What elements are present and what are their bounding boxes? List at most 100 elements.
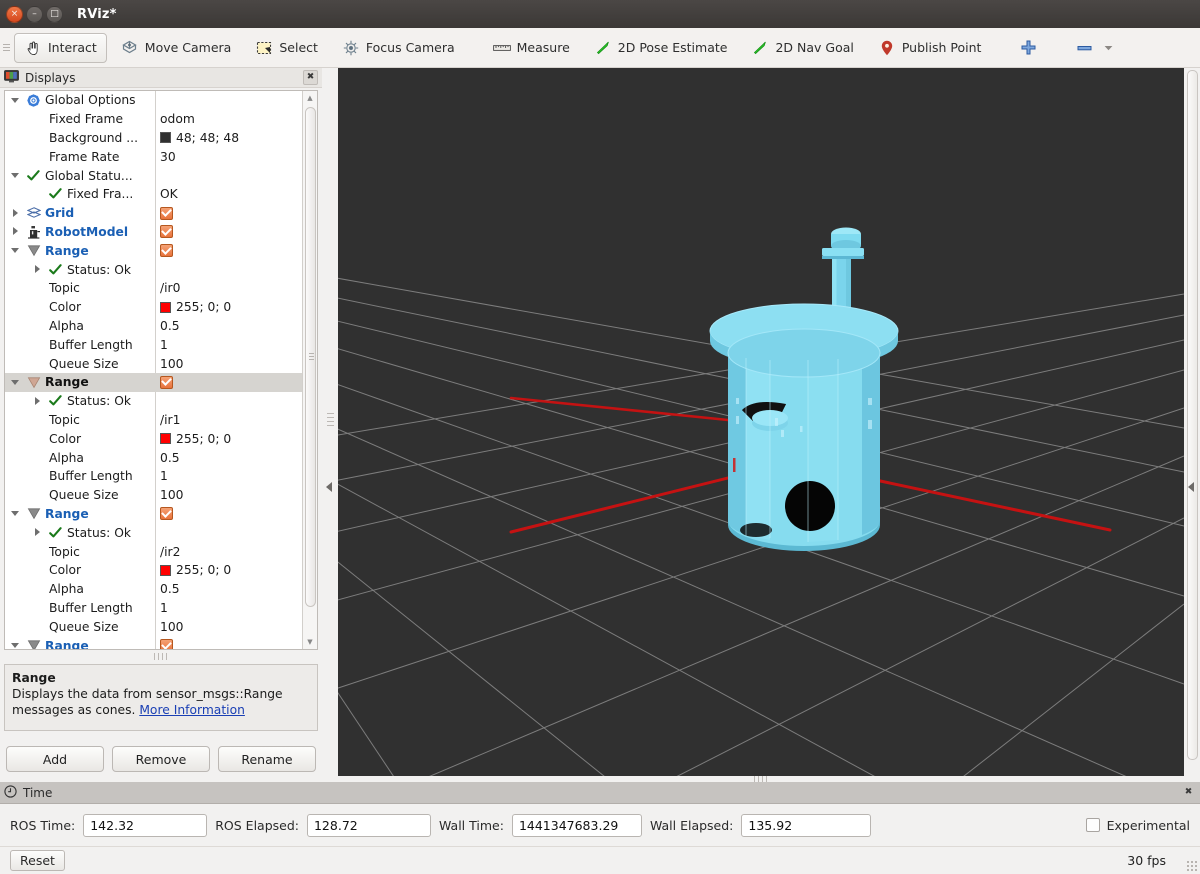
tree-row[interactable]: Status: Ok xyxy=(5,392,302,411)
ros-time-input[interactable]: 142.32 xyxy=(83,814,207,837)
displays-close-button[interactable]: ✖ xyxy=(303,70,318,85)
experimental-toggle[interactable]: Experimental xyxy=(1086,818,1190,833)
tree-row[interactable]: Queue Size100 xyxy=(5,354,302,373)
color-swatch[interactable] xyxy=(160,132,171,143)
tree-row-value[interactable]: 0.5 xyxy=(160,319,180,333)
window-minimize-button[interactable]: – xyxy=(26,6,43,23)
tree-row[interactable]: Topic/ir2 xyxy=(5,542,302,561)
tool-publish-point[interactable]: Publish Point xyxy=(868,33,992,63)
more-information-link[interactable]: More Information xyxy=(139,703,245,717)
toolbar-drag-handle[interactable] xyxy=(0,28,12,68)
enable-checkbox[interactable] xyxy=(160,376,173,389)
tree-row-value[interactable]: 1 xyxy=(160,601,168,615)
tree-row-value[interactable] xyxy=(160,244,173,257)
collapse-left-arrow-icon[interactable] xyxy=(326,482,332,492)
collapse-right-arrow-icon[interactable] xyxy=(1188,482,1194,492)
tool-measure[interactable]: Measure xyxy=(483,33,580,63)
tree-row-value[interactable]: 1 xyxy=(160,338,168,352)
tree-row[interactable]: Queue Size100 xyxy=(5,617,302,636)
tree-row[interactable]: Buffer Length1 xyxy=(5,335,302,354)
tree-row[interactable]: Alpha0.5 xyxy=(5,448,302,467)
add-display-button[interactable]: Add xyxy=(6,746,104,772)
right-dock-strip[interactable] xyxy=(1184,68,1200,782)
tree-row[interactable]: Topic/ir0 xyxy=(5,279,302,298)
tree-row-value[interactable] xyxy=(160,639,173,650)
splitter-grip[interactable] xyxy=(327,413,334,427)
displays-horizontal-splitter[interactable] xyxy=(4,652,318,661)
add-tool-button[interactable] xyxy=(1009,33,1047,63)
tree-row[interactable]: Queue Size100 xyxy=(5,486,302,505)
wall-time-input[interactable]: 1441347683.29 xyxy=(512,814,642,837)
tree-row[interactable]: Status: Ok xyxy=(5,260,302,279)
tree-row-value[interactable] xyxy=(160,507,173,520)
tree-row[interactable]: Range xyxy=(5,241,302,260)
expander-expand-icon[interactable] xyxy=(33,528,42,537)
time-panel-close-button[interactable]: ✖ xyxy=(1181,785,1196,800)
expander-expand-icon[interactable] xyxy=(33,265,42,274)
scroll-up-arrow-icon[interactable]: ▲ xyxy=(303,91,317,105)
tool-select[interactable]: Select xyxy=(245,33,328,63)
tree-row-value[interactable]: 255; 0; 0 xyxy=(160,563,231,577)
window-maximize-button[interactable]: □ xyxy=(46,6,63,23)
tool-2d-pose-estimate[interactable]: 2D Pose Estimate xyxy=(584,33,738,63)
color-swatch[interactable] xyxy=(160,433,171,444)
enable-checkbox[interactable] xyxy=(160,225,173,238)
tree-row-value[interactable]: 100 xyxy=(160,620,183,634)
tree-row-value[interactable]: /ir0 xyxy=(160,281,180,295)
tool-focus-camera[interactable]: Focus Camera xyxy=(332,33,465,63)
render-viewport-3d[interactable] xyxy=(338,68,1184,776)
tree-row-value[interactable]: 48; 48; 48 xyxy=(160,131,239,145)
expander-expand-icon[interactable] xyxy=(11,209,20,218)
expander-collapse-icon[interactable] xyxy=(11,246,20,255)
tree-row-value[interactable]: 255; 0; 0 xyxy=(160,432,231,446)
chevron-down-icon[interactable] xyxy=(1099,40,1117,56)
reset-button[interactable]: Reset xyxy=(10,850,65,871)
displays-tree[interactable]: Global OptionsFixed FrameodomBackground … xyxy=(4,90,318,650)
tree-row[interactable]: Alpha0.5 xyxy=(5,317,302,336)
expander-collapse-icon[interactable] xyxy=(11,509,20,518)
expander-collapse-icon[interactable] xyxy=(11,96,20,105)
tree-row[interactable]: Buffer Length1 xyxy=(5,467,302,486)
tree-row[interactable]: Background ...48; 48; 48 xyxy=(5,129,302,148)
resize-grip-icon[interactable] xyxy=(1187,861,1197,871)
color-swatch[interactable] xyxy=(160,302,171,313)
tree-row-value[interactable]: /ir1 xyxy=(160,413,180,427)
remove-tool-button[interactable] xyxy=(1065,33,1127,63)
right-dock-tab[interactable] xyxy=(1187,70,1198,760)
tree-row[interactable]: Frame Rate30 xyxy=(5,147,302,166)
tree-row[interactable]: Fixed Frameodom xyxy=(5,110,302,129)
tree-row[interactable]: Range xyxy=(5,636,302,650)
tree-row-value[interactable]: /ir2 xyxy=(160,545,180,559)
remove-display-button[interactable]: Remove xyxy=(112,746,210,772)
tree-row[interactable]: Color255; 0; 0 xyxy=(5,561,302,580)
tree-row[interactable]: Color255; 0; 0 xyxy=(5,298,302,317)
tree-row[interactable]: Topic/ir1 xyxy=(5,411,302,430)
tool-2d-nav-goal[interactable]: 2D Nav Goal xyxy=(741,33,863,63)
tree-row[interactable]: Global Options xyxy=(5,91,302,110)
tree-row-value[interactable]: 0.5 xyxy=(160,451,180,465)
tree-row[interactable]: Color255; 0; 0 xyxy=(5,429,302,448)
tree-scrollbar-thumb[interactable] xyxy=(305,107,316,607)
tree-row[interactable]: Buffer Length1 xyxy=(5,599,302,618)
tool-move-camera[interactable]: Move Camera xyxy=(111,33,242,63)
enable-checkbox[interactable] xyxy=(160,639,173,650)
tree-row[interactable]: Alpha0.5 xyxy=(5,580,302,599)
tree-row[interactable]: Fixed Fra...OK xyxy=(5,185,302,204)
expander-collapse-icon[interactable] xyxy=(11,171,20,180)
tree-row[interactable]: Global Statu... xyxy=(5,166,302,185)
tree-row-value[interactable]: OK xyxy=(160,187,178,201)
enable-checkbox[interactable] xyxy=(160,207,173,220)
scroll-down-arrow-icon[interactable]: ▼ xyxy=(303,635,317,649)
tree-row[interactable]: Grid xyxy=(5,204,302,223)
expander-collapse-icon[interactable] xyxy=(11,378,20,387)
tree-vertical-scrollbar[interactable]: ▲ ▼ xyxy=(302,91,317,649)
experimental-checkbox[interactable] xyxy=(1086,818,1100,832)
wall-elapsed-input[interactable]: 135.92 xyxy=(741,814,871,837)
expander-expand-icon[interactable] xyxy=(11,227,20,236)
tree-row-value[interactable]: 100 xyxy=(160,488,183,502)
tree-row-value[interactable] xyxy=(160,225,173,238)
color-swatch[interactable] xyxy=(160,565,171,576)
tree-row[interactable]: Range xyxy=(5,505,302,524)
tree-row[interactable]: Status: Ok xyxy=(5,523,302,542)
tree-row-value[interactable]: odom xyxy=(160,112,195,126)
